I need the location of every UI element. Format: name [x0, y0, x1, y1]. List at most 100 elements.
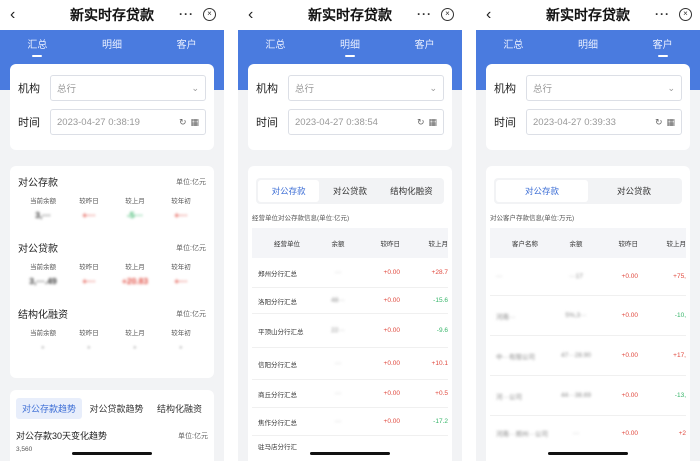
customer-name: ···	[496, 273, 503, 280]
table-row[interactable]: 中···有限公司 47···28.90 +0.00 +17,	[490, 336, 686, 376]
month-change: +75,	[673, 273, 686, 280]
col-header: 较昨日	[79, 264, 99, 271]
col-header: 较昨日	[79, 330, 99, 337]
seg-structured[interactable]: 结构化融资	[381, 180, 442, 202]
calendar-icon[interactable]: ▦	[190, 117, 199, 128]
col-header[interactable]: 较上月	[642, 238, 687, 248]
tab-detail[interactable]: 明细	[320, 36, 380, 57]
trend-title: 对公存款30天变化趋势	[16, 431, 108, 441]
balance: 44···38.69	[561, 392, 591, 399]
year-change: ·	[179, 342, 183, 352]
table-caption: 对公客户存款信息(单位:万元)	[490, 215, 575, 222]
home-indicator	[310, 452, 390, 455]
balance: ···17	[569, 273, 583, 280]
day-change: ·	[87, 342, 91, 352]
close-icon[interactable]: ×	[679, 8, 692, 21]
refresh-icon[interactable]: ↻	[179, 117, 187, 128]
table-row[interactable]: 信阳分行汇总 ··· +0.00 +10.1	[252, 348, 448, 380]
unit-name: 平顶山分行汇总	[258, 328, 304, 336]
section-title: 对公贷款	[18, 244, 58, 255]
customer-name: 河南···	[496, 313, 516, 321]
tab-summary[interactable]: 汇总	[7, 36, 67, 57]
back-icon[interactable]: ‹	[486, 6, 491, 24]
org-select[interactable]: 总行 ⌄	[288, 75, 444, 101]
tab-customer[interactable]: 客户	[395, 36, 455, 51]
table-row[interactable]: 河南··· 5%,3··· +0.00 -10,	[490, 296, 686, 336]
seg-deposit[interactable]: 对公存款	[496, 180, 588, 202]
balance-value: 3,···.49	[29, 276, 57, 286]
tab-customer[interactable]: 客户	[157, 36, 217, 51]
table-row[interactable]: ··· ···17 +0.00 +75,	[490, 258, 686, 296]
close-icon[interactable]: ×	[203, 8, 216, 21]
phone-customer: ‹ 新实时存贷款 ··· × 汇总 明细 客户 机构 总行 ⌄ 时间 2023-…	[476, 0, 700, 461]
table-row[interactable]: 洛阳分行汇总 48··· +0.00 -15.6	[252, 288, 448, 314]
refresh-icon[interactable]: ↻	[417, 117, 425, 128]
seg-loan[interactable]: 对公贷款	[588, 180, 680, 202]
tab-summary[interactable]: 汇总	[483, 36, 543, 51]
day-change: +···	[82, 210, 96, 220]
day-change: +0.00	[621, 312, 638, 319]
tab-detail[interactable]: 明细	[82, 36, 142, 51]
time-field[interactable]: 2023-04-27 0:38:19 ↻ ▦	[50, 109, 206, 135]
trend-tab-loan[interactable]: 对公贷款趋势	[83, 398, 149, 419]
trend-card: 对公存款趋势 对公贷款趋势 结构化融资 对公存款30天变化趋势 单位:亿元 3,…	[10, 390, 214, 461]
col-header: 较昨日	[79, 198, 99, 205]
col-header[interactable]: 较昨日	[360, 238, 404, 248]
time-value: 2023-04-27 0:38:54	[295, 116, 378, 128]
home-indicator	[548, 452, 628, 455]
time-field[interactable]: 2023-04-27 0:38:54 ↻ ▦	[288, 109, 444, 135]
section-loan: 对公贷款 单位:亿元 当前余额 3,···.49 较昨日 +··· 较上月 +20.8…	[18, 240, 206, 286]
trend-tab-deposit[interactable]: 对公存款趋势	[16, 398, 83, 419]
calendar-icon[interactable]: ▦	[428, 117, 437, 128]
more-icon[interactable]: ···	[417, 8, 432, 20]
refresh-icon[interactable]: ↻	[655, 117, 663, 128]
day-change: +0.00	[383, 297, 400, 304]
close-icon[interactable]: ×	[441, 8, 454, 21]
col-header[interactable]: 经营单位	[252, 238, 316, 248]
org-value: 总行	[57, 84, 77, 95]
org-select[interactable]: 总行 ⌄	[526, 75, 682, 101]
more-icon[interactable]: ···	[179, 8, 194, 20]
time-field[interactable]: 2023-04-27 0:39:33 ↻ ▦	[526, 109, 682, 135]
col-header: 当前余额	[30, 330, 56, 337]
org-select[interactable]: 总行 ⌄	[50, 75, 206, 101]
table-row[interactable]: 商丘分行汇总 ··· +0.00 +0.5	[252, 380, 448, 408]
more-icon[interactable]: ···	[655, 8, 670, 20]
customer-table-card: 对公存款 对公贷款 对公客户存款信息(单位:万元) 客户名称 余额 较昨日 较上…	[486, 166, 690, 461]
section-deposit: 对公存款 单位:亿元 当前余额 3,··· 较昨日 +··· 较上月 -5··· 较年…	[18, 174, 206, 220]
summary-card: 对公存款 单位:亿元 当前余额 3,··· 较昨日 +··· 较上月 -5··· 较年…	[10, 166, 214, 378]
col-header: 较上月	[125, 264, 145, 271]
month-change: +20.83	[121, 276, 149, 286]
org-label: 机构	[18, 83, 40, 95]
seg-deposit[interactable]: 对公存款	[258, 180, 320, 202]
calendar-icon[interactable]: ▦	[666, 117, 675, 128]
col-header[interactable]: 较上月	[404, 238, 449, 248]
col-header[interactable]: 余额	[316, 238, 360, 248]
unit-name: 焦作分行汇总	[258, 419, 297, 427]
col-header[interactable]: 客户名称	[490, 238, 554, 248]
col-header[interactable]: 余额	[554, 238, 598, 248]
screenshot-stage: ‹ 新实时存贷款 ··· × 汇总 明细 客户 机构 总行 ⌄ 时间 2023-…	[0, 0, 700, 461]
chevron-down-icon: ⌄	[667, 82, 675, 93]
tab-customer[interactable]: 客户	[633, 36, 693, 57]
table-row[interactable]: 郑州分行汇总 ··· +0.00 +28.7	[252, 258, 448, 288]
day-change: +0.00	[383, 390, 400, 397]
org-value: 总行	[533, 84, 553, 95]
month-change: -15.6	[433, 297, 448, 304]
seg-loan[interactable]: 对公贷款	[319, 180, 380, 202]
table-row[interactable]: 平顶山分行汇总 22··· +0.00 -9.6	[252, 314, 448, 348]
table-row[interactable]: 河南···郑州···公司 ··· +0.00 +2	[490, 416, 686, 450]
table-row[interactable]: 焦作分行汇总 ··· +0.00 -17.2	[252, 408, 448, 436]
table-row[interactable]: 河···公司 44···38.69 +0.00 -13,	[490, 376, 686, 416]
balance: 47···28.90	[561, 352, 591, 359]
col-header: 较年初	[171, 198, 191, 205]
balance-value: 3,···	[35, 210, 51, 220]
back-icon[interactable]: ‹	[248, 6, 253, 24]
tab-detail[interactable]: 明细	[558, 36, 618, 51]
trend-tab-structured[interactable]: 结构化融资	[151, 398, 208, 419]
col-header[interactable]: 较昨日	[598, 238, 642, 248]
back-icon[interactable]: ‹	[10, 6, 15, 24]
unit-label: 单位:亿元	[178, 432, 208, 440]
org-label: 机构	[256, 83, 278, 95]
tab-summary[interactable]: 汇总	[245, 36, 305, 51]
